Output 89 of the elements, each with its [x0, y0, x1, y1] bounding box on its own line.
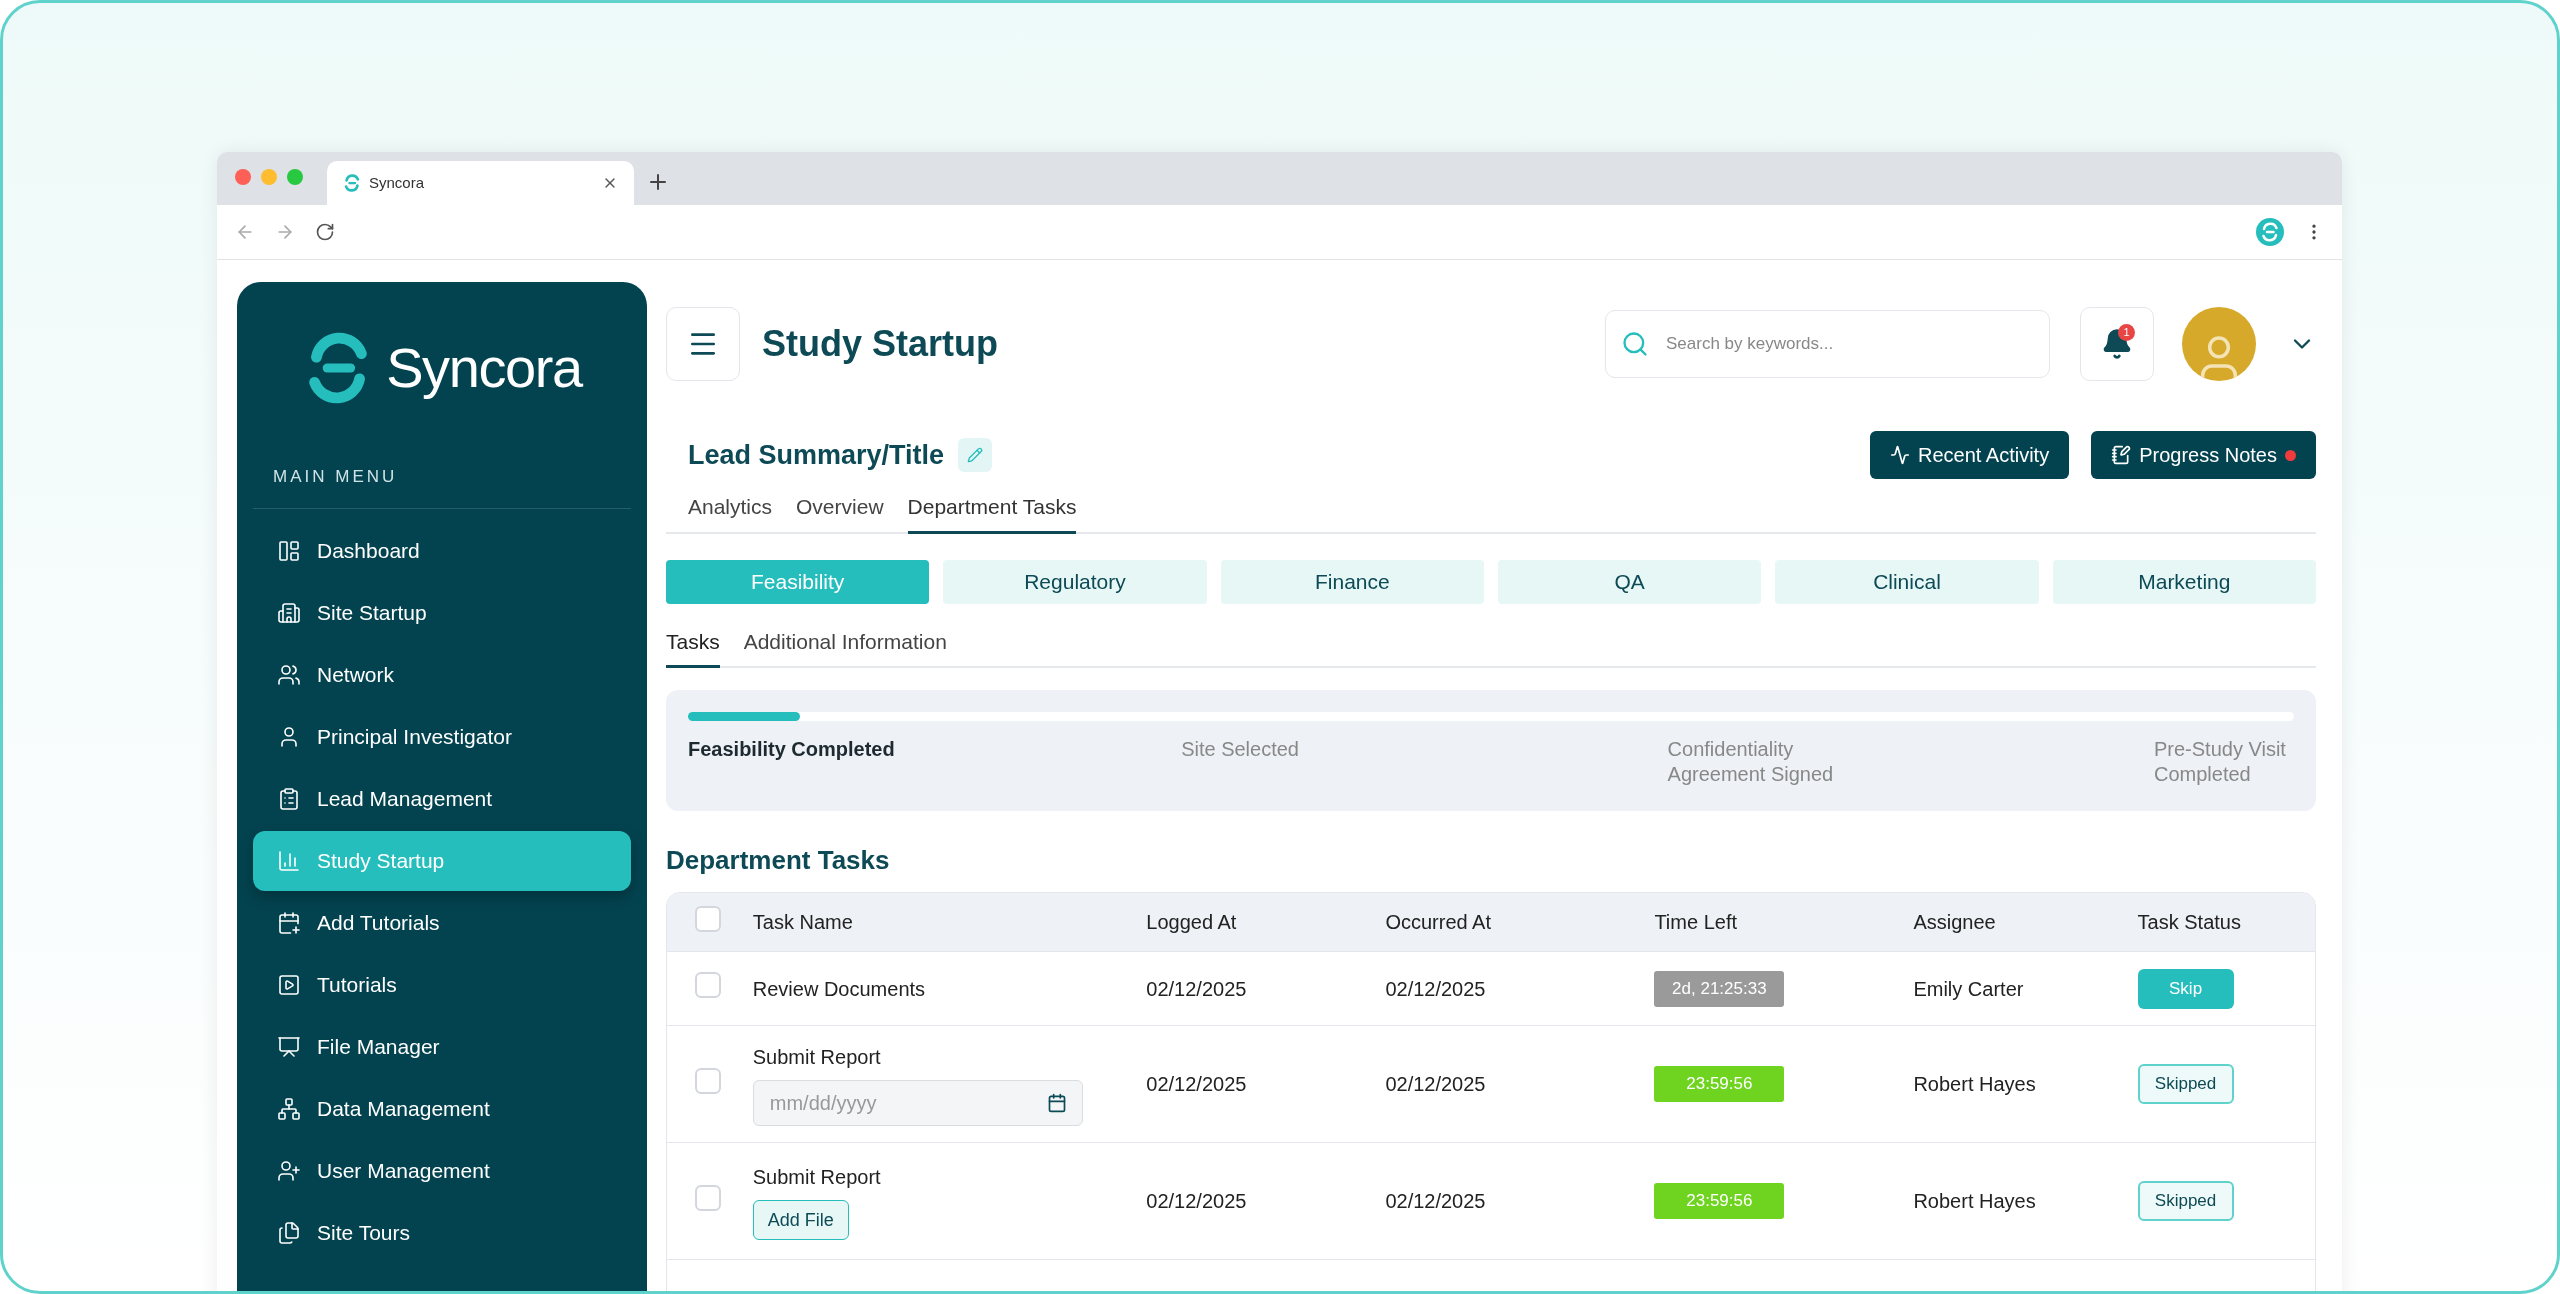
checkbox[interactable] [695, 905, 721, 932]
time-left-badge: 2d, 21:25:33 [1654, 970, 1785, 1007]
date-field[interactable]: mm/dd/yyyy [752, 1080, 1083, 1126]
sidebar-item[interactable]: Lead Management [253, 768, 631, 829]
menu-icon [277, 1096, 301, 1121]
menu-icon [277, 662, 301, 687]
table-cell-text: 02/12/2025 [1146, 1189, 1248, 1214]
column-header: Assignee [1913, 910, 1997, 935]
department-tab[interactable]: Regulatory [943, 559, 1207, 604]
department-tab[interactable]: QA [1498, 559, 1762, 604]
menu-icon [277, 538, 301, 563]
status-badge: Skipped [2137, 1064, 2234, 1104]
column-header: Task Status [2137, 910, 2242, 935]
sidebar-item[interactable]: Add Tutorials [253, 892, 631, 953]
notification-badge: 1 [2118, 324, 2135, 341]
progress-step: Pre-Study Visit Completed [2154, 737, 2294, 787]
progress-step: Feasibility Completed [688, 737, 895, 787]
menu-icon [277, 972, 301, 997]
pencil-icon [967, 447, 984, 463]
page-title: Study Startup [762, 322, 998, 366]
sidebar-item[interactable]: Site Tours [253, 1202, 631, 1263]
action-button[interactable]: Recent Activity [1870, 431, 2070, 479]
table-cell-text: 02/12/2025 [1146, 976, 1248, 1002]
button-icon [2111, 445, 2132, 465]
column-header: Task Name [752, 910, 854, 935]
minimize-window-button[interactable] [261, 168, 277, 185]
progress-step: Site Selected [1181, 737, 1382, 787]
menu-icon [277, 1220, 301, 1245]
menu-icon [277, 848, 301, 873]
tab[interactable]: Analytics [688, 483, 773, 534]
table-cell-text: 02/12/2025 [1385, 1072, 1487, 1097]
tab[interactable]: Department Tasks [907, 483, 1077, 534]
button-icon [1890, 445, 1910, 465]
department-tab[interactable]: Marketing [2052, 559, 2316, 604]
tab[interactable]: Overview [796, 483, 884, 534]
sidebar-item[interactable]: Data Management [253, 1078, 631, 1139]
table-cell-text: 02/12/2025 [1385, 976, 1487, 1002]
sidebar-item[interactable]: User Management [253, 1140, 631, 1201]
close-window-button[interactable] [235, 168, 251, 185]
department-tab[interactable]: Clinical [1775, 559, 2039, 604]
time-left-badge: 23:59:56 [1654, 1066, 1785, 1102]
progress-step: Confidentiality Agreement Signed [1667, 737, 1868, 787]
section-title: Department Tasks [666, 844, 891, 877]
action-button[interactable]: Progress Notes [2091, 431, 2316, 479]
maximize-window-button[interactable] [287, 168, 303, 185]
task-name: Submit Report [752, 1165, 882, 1190]
table-cell-text: Robert Hayes [1913, 1072, 2037, 1097]
extension-icon[interactable] [2256, 218, 2284, 246]
tab[interactable]: Additional Information [743, 617, 947, 668]
table-cell-text: 02/12/2025 [1146, 1072, 1248, 1097]
search-icon [1621, 330, 1649, 358]
department-tab[interactable]: Finance [1220, 559, 1484, 604]
sidebar-item[interactable]: Tutorials [253, 954, 631, 1015]
edit-button[interactable] [958, 438, 993, 472]
sidebar-item[interactable]: Site Startup [253, 582, 631, 643]
checkbox[interactable] [695, 1184, 721, 1211]
sidebar-item[interactable]: Network [253, 644, 631, 705]
lead-title: Lead Summary/Title [688, 438, 945, 472]
column-header: Occurred At [1385, 910, 1492, 935]
checkbox[interactable] [695, 1067, 721, 1094]
tab[interactable]: Tasks [666, 617, 720, 668]
table-cell-text: Emily Carter [1913, 976, 2025, 1002]
menu-icon [277, 1158, 301, 1183]
tab-title: Syncora [369, 172, 426, 193]
checkbox[interactable] [695, 972, 721, 998]
logo-icon [343, 174, 361, 192]
column-header: Logged At [1146, 910, 1238, 935]
table-cell-text: Robert Hayes [1913, 1189, 2037, 1214]
menu-icon [277, 910, 301, 935]
task-name: Review Documents [752, 976, 927, 1002]
table-cell-text: 02/12/2025 [1385, 1189, 1487, 1214]
reload-icon[interactable] [315, 222, 335, 242]
sidebar-item[interactable]: File Manager [253, 1016, 631, 1077]
time-left-badge: 23:59:56 [1654, 1183, 1785, 1219]
browser-tab[interactable]: Syncora [327, 161, 634, 205]
add-file-button[interactable]: Add File [752, 1200, 849, 1240]
sidebar-item[interactable]: Principal Investigator [253, 706, 631, 767]
menu-button[interactable] [666, 307, 740, 381]
column-header: Time Left [1654, 910, 1738, 935]
section-label: MAIN MENU [253, 464, 631, 509]
status-badge: Skipped [2137, 1181, 2234, 1221]
task-name: Submit Report [752, 1045, 882, 1070]
menu-icon [277, 786, 301, 811]
calendar-icon[interactable] [1046, 1093, 1067, 1113]
sidebar-item[interactable]: Dashboard [253, 520, 631, 581]
notification-button[interactable]: 1 [2080, 307, 2154, 381]
menu-icon [277, 600, 301, 625]
menu-icon [277, 1034, 301, 1059]
search-field[interactable]: Search by keywords... [1605, 310, 2050, 378]
